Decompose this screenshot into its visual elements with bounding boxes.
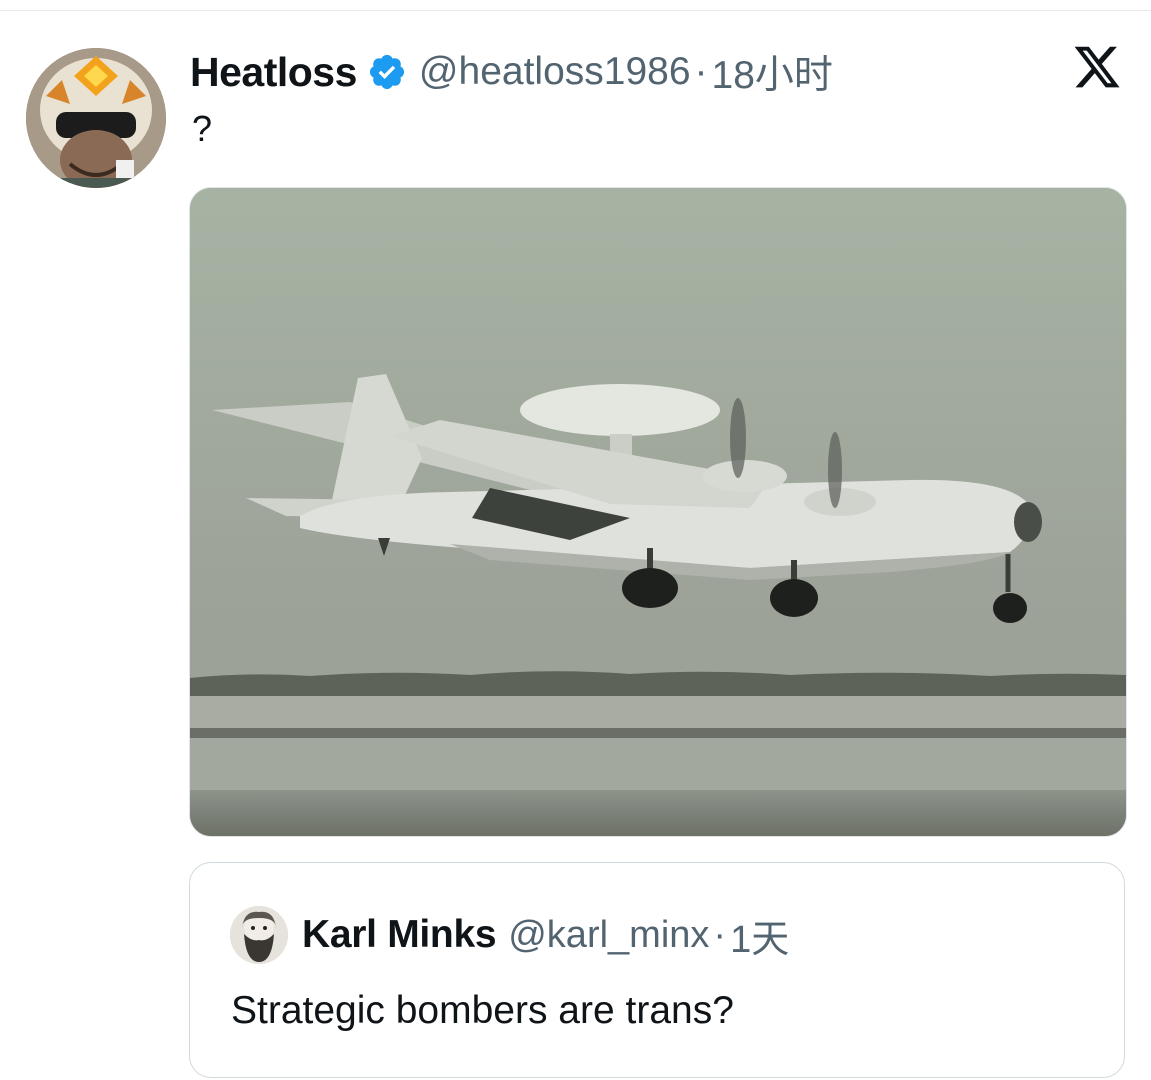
tweet-text: ? — [192, 108, 213, 149]
author-display-name[interactable]: Heatloss — [190, 49, 357, 96]
quoted-author-avatar[interactable] — [230, 906, 288, 964]
tweet[interactable]: Heatloss @heatloss1986 · 18小时 ? Karl Min… — [0, 0, 1151, 1080]
quoted-tweet-text: Strategic bombers are trans? — [231, 989, 734, 1032]
quoted-author-display-name[interactable]: Karl Minks — [302, 913, 497, 957]
author-handle[interactable]: @heatloss1986 — [419, 50, 691, 94]
tweet-timestamp[interactable]: 18小时 — [712, 44, 833, 100]
quoted-tweet-header: Karl Minks @karl_minx · 1天 — [302, 907, 789, 963]
verified-badge-icon — [367, 52, 407, 92]
tweet-media-image[interactable] — [189, 187, 1127, 837]
tweet-header: Heatloss @heatloss1986 · 18小时 — [190, 44, 833, 100]
quoted-tweet-timestamp[interactable]: 1天 — [730, 908, 789, 963]
quoted-author-handle[interactable]: @karl_minx — [508, 914, 709, 957]
x-logo-icon[interactable] — [1072, 42, 1122, 92]
header-separator: · — [694, 50, 708, 93]
author-avatar[interactable] — [26, 48, 166, 188]
quoted-tweet-card[interactable]: Karl Minks @karl_minx · 1天 Strategic bom… — [189, 862, 1125, 1078]
quoted-header-separator: · — [713, 913, 727, 956]
